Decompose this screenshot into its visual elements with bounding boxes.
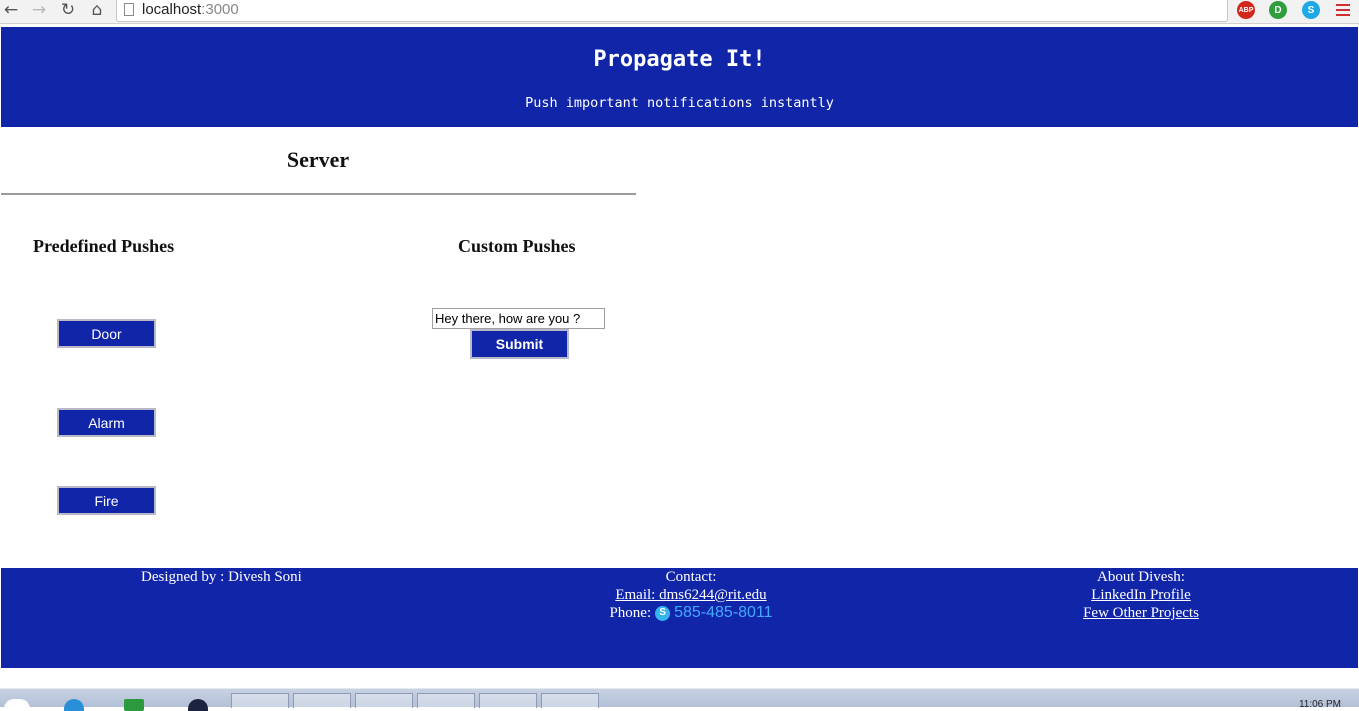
taskbar-item-explorer[interactable] [231,693,289,708]
url-text[interactable]: localhost:3000 [142,1,239,18]
taskbar-item-word[interactable] [355,693,413,708]
projects-link[interactable]: Few Other Projects [1041,604,1241,622]
custom-pushes-heading: Custom Pushes [458,236,576,256]
about-heading: About Divesh: [1097,569,1185,585]
phone-number[interactable]: 585-485-8011 [674,604,772,622]
skype-extension-icon[interactable]: S [1302,1,1320,19]
site-subtitle: Push important notifications instantly [525,95,834,111]
taskbar-item-skype[interactable] [417,693,475,708]
forward-arrow-icon[interactable]: → [28,0,50,20]
site-title: Propagate It! [593,47,766,72]
site-footer: Designed by : Divesh Soni Contact: Email… [1,568,1358,668]
taskbar-item-other[interactable] [541,693,599,708]
os-taskbar: 11:06 PM [0,688,1359,711]
submit-button[interactable]: Submit [470,329,569,359]
predefined-pushes-heading: Predefined Pushes [33,236,175,256]
contact-heading: Contact: [665,569,717,585]
contact-block: Contact: Email: dms6244@rit.edu Phone: S… [541,568,841,622]
app-taskbar-icon[interactable] [124,699,144,711]
phone-row: Phone: S 585-485-8011 [541,604,841,622]
about-block: About Divesh: LinkedIn Profile Few Other… [1041,568,1241,622]
email-link[interactable]: Email: dms6244@rit.edu [541,586,841,604]
fire-push-button[interactable]: Fire [57,486,156,515]
start-button-icon[interactable] [4,699,30,711]
designer-credit: Designed by : Divesh Soni [141,569,302,585]
address-bar[interactable]: localhost:3000 [116,0,1228,22]
page-icon [124,3,134,16]
skype-icon[interactable]: S [655,605,671,621]
green-extension-icon[interactable]: D [1269,1,1287,19]
browser-toolbar: ← → ↻ ⌂ localhost:3000 ABP D S [0,0,1359,24]
alarm-push-button[interactable]: Alarm [57,408,156,437]
back-arrow-icon[interactable]: ← [0,0,22,20]
door-push-button[interactable]: Door [57,319,156,348]
section-divider [1,193,636,195]
taskbar-clock[interactable]: 11:06 PM [1299,699,1341,710]
adblock-extension-icon[interactable]: ABP [1237,1,1255,19]
taskbar-item-chrome[interactable] [293,693,351,708]
custom-message-input[interactable] [432,308,605,329]
taskbar-item-terminal[interactable] [479,693,537,708]
app2-taskbar-icon[interactable] [188,699,208,711]
phone-label: Phone: [609,605,652,621]
browser-menu-icon[interactable] [1336,3,1350,17]
server-title: Server [286,147,350,172]
linkedin-link[interactable]: LinkedIn Profile [1041,586,1241,604]
site-header: Propagate It! Push important notificatio… [1,27,1358,127]
home-icon[interactable]: ⌂ [86,0,108,20]
reload-icon[interactable]: ↻ [57,0,79,20]
ie-taskbar-icon[interactable] [64,699,84,711]
